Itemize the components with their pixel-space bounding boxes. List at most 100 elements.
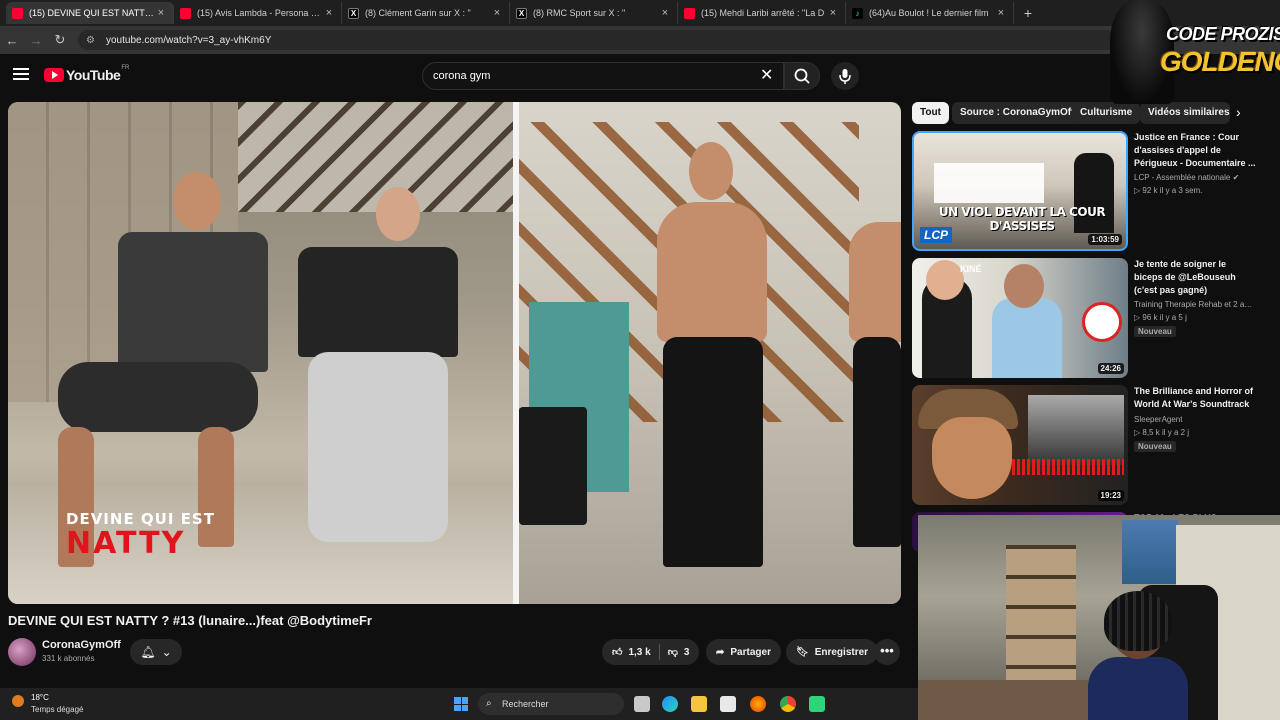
chevron-right-icon[interactable]: › [1236, 104, 1241, 120]
video-title: DEVINE QUI EST NATTY ? #13 (lunaire...)f… [8, 613, 372, 628]
close-icon[interactable]: × [155, 7, 167, 19]
browser-tab[interactable]: ♪ (64)Au Boulot ! Le dernier film × [846, 2, 1014, 24]
like-button[interactable]: 👍︎ 1,3 k 👎︎ 3 [602, 639, 700, 665]
recommended-channel[interactable]: SleeperAgent [1134, 415, 1256, 424]
browser-tab[interactable]: X (8) Clément Garin sur X : " × [342, 2, 510, 24]
taskbar-search-label: Rechercher [502, 699, 549, 709]
chip-source[interactable]: Source : CoronaGymOff [952, 102, 1083, 124]
close-icon[interactable]: × [995, 7, 1007, 19]
speaker-box [519, 407, 587, 525]
chip-all[interactable]: Tout [912, 102, 949, 124]
thumbnail-caption: KINÉ [960, 264, 982, 274]
forward-icon[interactable]: → [24, 33, 48, 48]
magnifier-icon: ⌕ [486, 698, 492, 709]
streamer-brand-logo: CODE PROZIS GOLDENG [1110, 0, 1280, 104]
task-view-icon[interactable] [634, 696, 650, 712]
new-tab-button[interactable]: + [1018, 5, 1038, 21]
recommended-video[interactable]: 19:23 The Brilliance and Horror of World… [912, 385, 1253, 505]
weather-icon[interactable] [12, 695, 24, 707]
close-icon[interactable]: × [659, 7, 671, 19]
app-icon[interactable] [809, 696, 825, 712]
channel-label: LCP - Assemblée nationale [1134, 173, 1231, 182]
chrome-icon[interactable] [780, 696, 796, 712]
site-info-icon[interactable]: ⚙ [86, 35, 100, 46]
brand-line2: GOLDENG [1160, 46, 1280, 77]
x-icon: X [348, 7, 359, 19]
video-thumbnail[interactable]: KINÉ 24:26 [912, 258, 1128, 378]
chip-similar[interactable]: Vidéos similaires [1140, 102, 1230, 124]
chevron-down-icon: ⌄ [161, 645, 172, 659]
youtube-icon [180, 7, 191, 19]
new-badge: Nouveau [1134, 326, 1176, 337]
video-frame-right [519, 102, 901, 604]
video-title-overlay: DEVINE QUI EST NATTY [66, 510, 215, 560]
edge-browser-icon[interactable] [662, 696, 678, 712]
recommended-title[interactable]: Justice en France : Cour d'assises d'app… [1134, 131, 1256, 170]
save-button[interactable]: 🔖︎ Enregistrer [786, 639, 879, 665]
windows-start-icon[interactable] [454, 697, 468, 711]
firefox-icon[interactable] [750, 696, 766, 712]
tiktok-icon: ♪ [852, 7, 863, 19]
reload-icon[interactable]: ↻ [48, 32, 72, 48]
channel-avatar[interactable] [8, 638, 36, 666]
thumbs-down-icon[interactable]: 👎︎ [668, 646, 678, 658]
youtube-masthead: YouTube FR corona gym ✕ [0, 54, 1280, 98]
voice-search-button[interactable] [831, 62, 859, 90]
hamburger-menu-icon[interactable] [13, 68, 29, 80]
windows-taskbar: 18°C Temps dégagé ⌕ Rechercher [0, 688, 918, 720]
browser-tab[interactable]: X (8) RMC Sport sur X : " × [510, 2, 678, 24]
file-explorer-icon[interactable] [691, 696, 707, 712]
brand-line1: CODE PROZIS [1166, 24, 1280, 44]
video-thumbnail[interactable]: 19:23 [912, 385, 1128, 505]
video-player[interactable]: DEVINE QUI EST NATTY [8, 102, 901, 604]
view-stats: ▷ 96 k il y a 5 j [1134, 313, 1187, 322]
youtube-icon [684, 7, 695, 19]
recommended-channel[interactable]: Training Therapie Rehab et 2 autr... [1134, 300, 1256, 309]
youtube-icon [12, 7, 23, 19]
view-stats: ▷ 8,5 k il y a 2 j [1134, 428, 1190, 437]
youtube-wordmark: YouTube [66, 67, 121, 83]
x-icon: X [516, 7, 527, 19]
channel-name[interactable]: CoronaGymOff [42, 639, 121, 651]
webcam-overlay [918, 515, 1280, 720]
recommended-title[interactable]: Je tente de soigner le biceps de @LeBous… [1134, 258, 1256, 297]
recommended-title[interactable]: The Brilliance and Horror of World At Wa… [1134, 385, 1256, 411]
taskbar-search[interactable]: ⌕ Rechercher [478, 693, 624, 715]
new-badge: Nouveau [1134, 441, 1176, 452]
close-icon[interactable]: × [491, 7, 503, 19]
back-icon[interactable]: ← [0, 33, 24, 48]
microphone-icon [839, 69, 851, 84]
weather-description: Temps dégagé [31, 705, 84, 714]
bookmark-icon: 🔖︎ [796, 646, 809, 658]
clear-search-icon[interactable]: ✕ [760, 65, 773, 85]
overlay-line2: NATTY [66, 526, 186, 561]
more-actions-button[interactable]: ••• [874, 639, 900, 665]
browser-tab-strip: (15) DEVINE QUI EST NATTY ? × (15) Avis … [0, 0, 1280, 26]
youtube-logo[interactable]: YouTube FR [44, 65, 129, 83]
store-icon[interactable] [720, 696, 736, 712]
browser-tab[interactable]: (15) Avis Lambda - Persona 5 R × [174, 2, 342, 24]
video-thumbnail[interactable]: UN VIOL DEVANT LA COUR D'ASSISES LCP 1:0… [912, 131, 1128, 251]
duration-badge: 24:26 [1097, 363, 1124, 374]
chip-bodybuilding[interactable]: Culturisme [1072, 102, 1141, 124]
address-bar-row: ← → ↻ ⚙ youtube.com/watch?v=3_ay-vhKm6Y [0, 26, 1280, 54]
notification-bell-button[interactable]: 🔔︎ ⌄ [130, 639, 182, 665]
browser-tab[interactable]: (15) Mehdi Laribi arrêté : "La D × [678, 2, 846, 24]
duration-badge: 1:03:59 [1088, 234, 1122, 245]
verified-icon: ✔ [1232, 173, 1240, 182]
youtube-play-icon [44, 68, 64, 82]
video-frame-left: DEVINE QUI EST NATTY [8, 102, 513, 604]
bell-icon: 🔔︎ [140, 645, 156, 659]
search-button[interactable] [784, 62, 820, 90]
subscriber-count: 331 k abonnés [42, 654, 95, 663]
view-stats: ▷ 92 k il y a 3 sem. [1134, 186, 1203, 195]
recommended-video[interactable]: KINÉ 24:26 Je tente de soigner le biceps… [912, 258, 1256, 378]
browser-tab[interactable]: (15) DEVINE QUI EST NATTY ? × [6, 2, 174, 24]
search-input[interactable]: corona gym [422, 62, 784, 90]
close-icon[interactable]: × [827, 7, 839, 19]
recommended-channel[interactable]: LCP - Assemblée nationale ✔ [1134, 173, 1256, 182]
close-icon[interactable]: × [323, 7, 335, 19]
recommended-video[interactable]: UN VIOL DEVANT LA COUR D'ASSISES LCP 1:0… [912, 131, 1256, 251]
url-bar[interactable]: ⚙ youtube.com/watch?v=3_ay-vhKm6Y [78, 30, 1118, 50]
share-button[interactable]: ➦ Partager [706, 639, 781, 665]
